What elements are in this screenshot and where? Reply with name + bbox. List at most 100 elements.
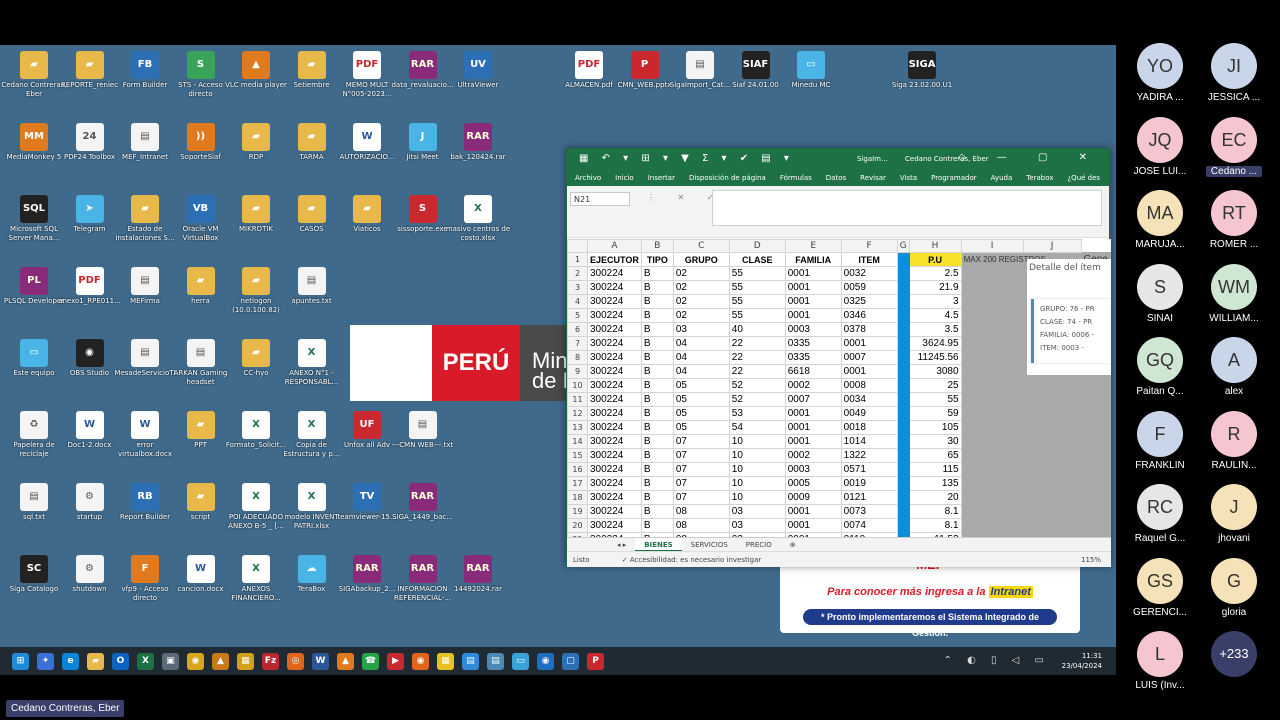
column-header[interactable]: C — [672, 239, 730, 253]
cell[interactable]: 0001 — [784, 294, 842, 309]
cell[interactable]: 07 — [672, 490, 730, 505]
column-header[interactable]: H — [908, 239, 962, 253]
cell[interactable] — [896, 294, 910, 309]
ribbon-tab[interactable]: Datos — [826, 174, 846, 182]
cell[interactable]: 59 — [908, 406, 962, 421]
cell[interactable]: B — [640, 392, 674, 407]
cell[interactable]: 0019 — [840, 476, 898, 491]
ribbon-tab[interactable]: Ayuda — [991, 174, 1013, 182]
participant[interactable]: JI JESSICA ... — [1194, 43, 1274, 103]
desktop-icon[interactable]: Xmasivo centros de costo.xlsx — [445, 195, 511, 243]
cell[interactable]: 04 — [672, 364, 730, 379]
cell[interactable]: 1014 — [840, 434, 898, 449]
row-header[interactable]: 13 — [567, 420, 588, 435]
cell[interactable]: 300224 — [586, 420, 642, 435]
cell[interactable]: 0335 — [784, 336, 842, 351]
cell[interactable] — [1080, 392, 1111, 407]
cell[interactable] — [1022, 392, 1082, 407]
cell[interactable]: B — [640, 364, 674, 379]
cell[interactable] — [896, 266, 910, 281]
cell[interactable]: 0002 — [784, 448, 842, 463]
cell[interactable]: 0001 — [784, 266, 842, 281]
cell[interactable]: 300224 — [586, 378, 642, 393]
cell[interactable] — [1022, 518, 1082, 533]
participant[interactable]: GQ Paitan Q... — [1120, 337, 1200, 397]
cell[interactable] — [1080, 406, 1111, 421]
row-header[interactable]: 2 — [567, 266, 588, 281]
column-header[interactable]: J — [1022, 239, 1082, 253]
cell[interactable] — [896, 322, 910, 337]
cell[interactable] — [1080, 462, 1111, 477]
cell[interactable] — [960, 392, 1024, 407]
column-header[interactable]: A — [586, 239, 642, 253]
cell[interactable]: 0003 — [784, 322, 842, 337]
cell[interactable]: 4.5 — [908, 308, 962, 323]
cell[interactable] — [896, 364, 910, 379]
header-cell[interactable]: GRUPO — [672, 252, 730, 267]
cell[interactable]: 30 — [908, 434, 962, 449]
cell[interactable]: 0335 — [784, 350, 842, 365]
cell[interactable]: B — [640, 378, 674, 393]
window-controls[interactable]: ◇ — ▢ ✕ — [958, 152, 1101, 163]
cell[interactable] — [960, 462, 1024, 477]
cell[interactable] — [960, 420, 1024, 435]
cell[interactable] — [1080, 476, 1111, 491]
cell[interactable]: 55 — [728, 308, 786, 323]
cell[interactable] — [960, 406, 1024, 421]
cell[interactable]: 0001 — [784, 308, 842, 323]
status-accessibility[interactable]: Accesibilidad: es necesario investigar — [630, 556, 761, 564]
row-header[interactable]: 15 — [567, 448, 588, 463]
cell[interactable] — [896, 308, 910, 323]
cell[interactable]: 03 — [728, 518, 786, 533]
cell[interactable] — [896, 504, 910, 519]
cell[interactable]: 02 — [672, 280, 730, 295]
row-header[interactable]: 4 — [567, 294, 588, 309]
cell[interactable]: 02 — [672, 308, 730, 323]
cell[interactable] — [960, 448, 1024, 463]
cell[interactable]: 0001 — [784, 504, 842, 519]
cell[interactable]: 10 — [728, 490, 786, 505]
row-header[interactable]: 6 — [567, 322, 588, 337]
cell[interactable]: 55 — [728, 280, 786, 295]
taskbar-app-icon[interactable]: ▤ — [462, 652, 479, 670]
cell[interactable] — [896, 336, 910, 351]
header-cell[interactable]: ITEM — [840, 252, 898, 267]
cell[interactable]: 300224 — [586, 364, 642, 379]
cell[interactable]: 0346 — [840, 308, 898, 323]
cell[interactable]: 300224 — [586, 476, 642, 491]
tray-icons[interactable]: ⌃ ◐ ▯ ◁ ▭ — [944, 655, 1050, 666]
cell[interactable]: 0018 — [840, 420, 898, 435]
cell[interactable] — [896, 476, 910, 491]
cell[interactable]: 3080 — [908, 364, 962, 379]
cell[interactable]: 55 — [908, 392, 962, 407]
taskbar-app-icon[interactable]: ▲ — [337, 652, 354, 670]
cell[interactable]: 0121 — [840, 490, 898, 505]
ribbon-tab[interactable]: Inicio — [615, 174, 634, 182]
cell[interactable]: 10 — [728, 434, 786, 449]
taskbar-app-icon[interactable]: ▦ — [237, 652, 254, 670]
sheet-grid[interactable]: A B C D E F G H I J 1 EJECUTOR TIPO GRUPO CLASE FAMILIA… — [567, 239, 1111, 537]
cell[interactable]: 03 — [672, 322, 730, 337]
cell[interactable]: 03 — [728, 504, 786, 519]
cell[interactable]: 300224 — [586, 406, 642, 421]
cell[interactable] — [896, 406, 910, 421]
ribbon-tab[interactable]: Disposición de página — [689, 174, 766, 182]
cell[interactable]: 0001 — [784, 420, 842, 435]
cell[interactable]: 300224 — [586, 308, 642, 323]
cell[interactable]: 08 — [672, 518, 730, 533]
cell[interactable]: 0009 — [784, 490, 842, 505]
cell[interactable] — [1080, 504, 1111, 519]
header-cell[interactable] — [896, 252, 910, 267]
taskbar-app-icon[interactable]: ▰ — [87, 652, 104, 670]
participant[interactable]: Ggloria — [1194, 557, 1274, 618]
participant[interactable]: MA MARUJA... — [1120, 190, 1200, 250]
cell[interactable]: B — [640, 462, 674, 477]
cell[interactable]: B — [640, 266, 674, 281]
excel-titlebar[interactable]: ▦ ↶ ▾ ⊞ ▾ ▼ Σ ▾ ✔ ▤ ▾ SigaIm... Cedano C… — [567, 149, 1109, 169]
cell[interactable] — [896, 490, 910, 505]
ribbon-tab[interactable]: Terabox — [1026, 174, 1053, 182]
sheet-tab[interactable]: SERVICIOS — [682, 538, 737, 552]
cell[interactable]: 0008 — [840, 378, 898, 393]
cell[interactable] — [1080, 518, 1111, 533]
cell[interactable] — [1080, 490, 1111, 505]
